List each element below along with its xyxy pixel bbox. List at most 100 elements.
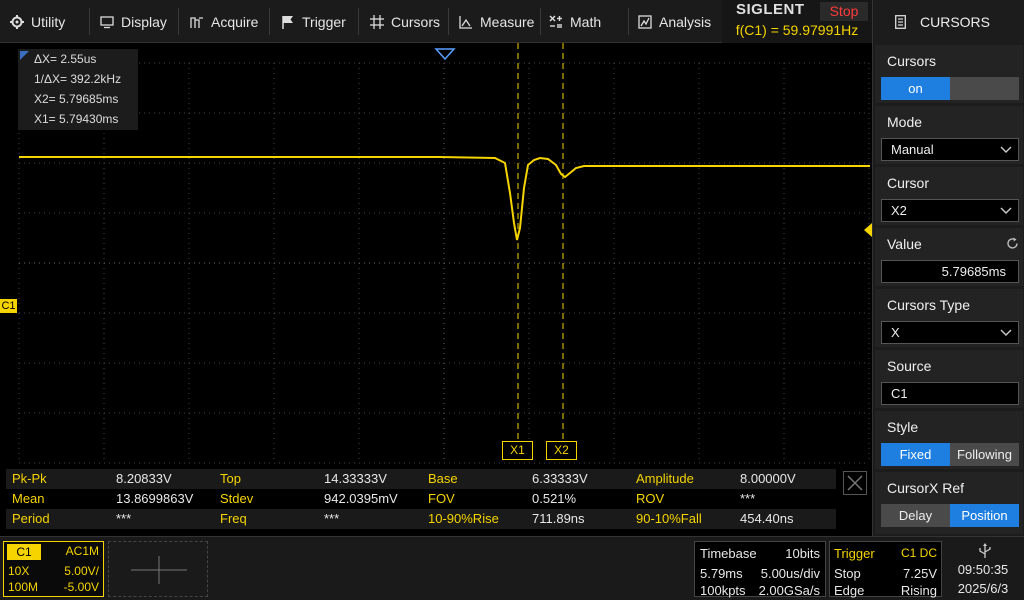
monitor-icon — [100, 15, 114, 29]
measurement-row: Pk-Pk 8.20833V Top 14.33333V Base 6.33333V Amp… — [6, 469, 836, 489]
channel-name: C1 — [7, 544, 41, 560]
cursor-x1-label[interactable]: X1 — [502, 441, 533, 460]
divider — [269, 8, 270, 35]
menu-trigger-label: Trigger — [302, 13, 346, 30]
trigger-label: Trigger — [834, 546, 875, 561]
style-following-option[interactable]: Following — [950, 443, 1019, 466]
channel-c1-marker[interactable]: C1 — [0, 299, 17, 313]
measurement-name: Stdev — [220, 491, 254, 506]
measurement-table: Pk-Pk 8.20833V Top 14.33333V Base 6.33333V Amp… — [0, 467, 872, 536]
plus-icon — [131, 556, 187, 584]
grid-lines — [18, 62, 870, 464]
style-label: Style — [887, 419, 919, 435]
usb-icon — [978, 543, 992, 559]
channel-coupling: AC1M — [65, 544, 99, 558]
cursors-label: Cursors — [887, 53, 937, 69]
cursorx-ref-toggle[interactable]: Delay Position — [881, 504, 1019, 527]
value-section: Value 5.79685ms — [875, 228, 1023, 286]
menu-bar: Utility Display Acquire Trigger Cursors … — [0, 0, 722, 43]
close-icon[interactable] — [843, 471, 867, 495]
measurement-name: 90-10%Fall — [636, 511, 702, 526]
gear-icon — [10, 14, 24, 29]
cursor-readout: ΔX= 2.55us 1/ΔX= 392.2kHz X2= 5.79685ms … — [18, 49, 138, 130]
cursors-off-option[interactable] — [950, 77, 1019, 100]
source-field[interactable]: C1 — [881, 382, 1019, 405]
ref-position-option[interactable]: Position — [950, 504, 1019, 527]
chevron-down-icon — [1000, 324, 1012, 345]
timebase-box[interactable]: Timebase 10bits 5.79ms 5.00us/div 100kpt… — [694, 541, 826, 598]
status-header: SIGLENT Stop f(C1) = 59.97991Hz — [722, 0, 872, 43]
menu-math[interactable]: Math — [549, 0, 601, 43]
trigger-level-marker[interactable] — [864, 223, 872, 237]
divider — [448, 8, 449, 35]
trigger-type: Edge — [834, 583, 865, 598]
cursors-toggle[interactable]: on — [881, 77, 1019, 100]
mode-select[interactable]: Manual — [881, 138, 1019, 161]
menu-cursors[interactable]: Cursors — [370, 0, 440, 43]
measurement-name: Freq — [220, 511, 247, 526]
inverse-delta-x-readout: 1/ΔX= 392.2kHz — [34, 72, 122, 86]
cursors-on-option[interactable]: on — [881, 77, 950, 100]
cursor-x2-label[interactable]: X2 — [546, 441, 577, 460]
waveform-display[interactable]: ΔX= 2.55us 1/ΔX= 392.2kHz X2= 5.79685ms … — [0, 43, 872, 467]
menu-acquire[interactable]: Acquire — [190, 0, 258, 43]
mode-label: Mode — [887, 114, 923, 130]
style-fixed-option[interactable]: Fixed — [881, 443, 950, 466]
cursors-type-value: X — [891, 325, 900, 340]
measurement-value: 13.8699863V — [116, 491, 194, 506]
channel-probe: 10X — [8, 564, 30, 578]
style-toggle[interactable]: Fixed Following — [881, 443, 1019, 466]
measurement-name: Period — [12, 511, 50, 526]
cursors-type-select[interactable]: X — [881, 321, 1019, 344]
menu-trigger[interactable]: Trigger — [281, 0, 346, 43]
chevron-down-icon — [1000, 141, 1012, 162]
divider — [628, 8, 629, 35]
cursors-icon — [370, 14, 384, 29]
channel-bandwidth: 100M — [8, 580, 39, 594]
run-stop-status[interactable]: Stop — [820, 2, 868, 21]
value-field[interactable]: 5.79685ms — [881, 260, 1019, 283]
cursor-select[interactable]: X2 — [881, 199, 1019, 222]
divider — [178, 8, 179, 35]
menu-analysis[interactable]: Analysis — [638, 0, 711, 43]
delta-x-readout: ΔX= 2.55us — [34, 52, 97, 66]
timebase-rate: 2.00GSa/s — [758, 583, 820, 598]
value-label: Value — [887, 236, 922, 252]
measurement-name: ROV — [636, 491, 665, 506]
style-section: Style Fixed Following — [875, 411, 1023, 469]
trigger-box[interactable]: Trigger C1 DC Stop 7.25V Edge Rising — [829, 541, 942, 598]
cursor-value: X2 — [891, 203, 907, 218]
trigger-position-marker[interactable] — [434, 48, 456, 61]
x1-readout: X1= 5.79430ms — [34, 112, 119, 126]
menu-utility-label: Utility — [31, 13, 66, 30]
menu-acquire-label: Acquire — [211, 13, 259, 30]
readout-corner-marker — [20, 51, 29, 60]
menu-display-label: Display — [121, 13, 167, 30]
timebase-bits: 10bits — [785, 546, 820, 561]
add-channel-button[interactable] — [108, 541, 208, 597]
measurement-value: 8.00000V — [740, 471, 796, 486]
channel-scale: 5.00V/ — [64, 564, 99, 578]
source-label: Source — [887, 358, 932, 374]
menu-measure[interactable]: Measure — [459, 0, 534, 43]
status-bar: C1 AC1M 10X 5.00V/ 100M -5.00V Timebase … — [0, 536, 1024, 600]
trigger-slope: Rising — [900, 583, 937, 598]
trigger-source: C1 DC — [900, 546, 937, 560]
menu-utility[interactable]: Utility — [10, 0, 65, 43]
ref-delay-option[interactable]: Delay — [881, 504, 950, 527]
measurement-value: 454.40ns — [740, 511, 794, 526]
clock-date: 2025/6/3 — [957, 581, 1009, 596]
x2-readout: X2= 5.79685ms — [34, 92, 119, 106]
channel-c1-box[interactable]: C1 AC1M 10X 5.00V/ 100M -5.00V — [3, 541, 104, 597]
document-icon — [895, 14, 906, 29]
brand-logo: SIGLENT — [736, 1, 805, 18]
measurement-value: 6.33333V — [532, 471, 588, 486]
refresh-icon[interactable] — [1006, 237, 1019, 250]
cursor-label: Cursor — [887, 175, 930, 191]
trigger-mode: Stop — [834, 566, 861, 581]
frequency-counter: f(C1) = 59.97991Hz — [735, 22, 859, 38]
cursorx-ref-label: CursorX Ref — [887, 480, 965, 496]
cursors-panel: CURSORS Cursors on Mode Manual Cursor X2… — [872, 0, 1024, 536]
measurement-name: Pk-Pk — [12, 471, 47, 486]
menu-display[interactable]: Display — [100, 0, 167, 43]
